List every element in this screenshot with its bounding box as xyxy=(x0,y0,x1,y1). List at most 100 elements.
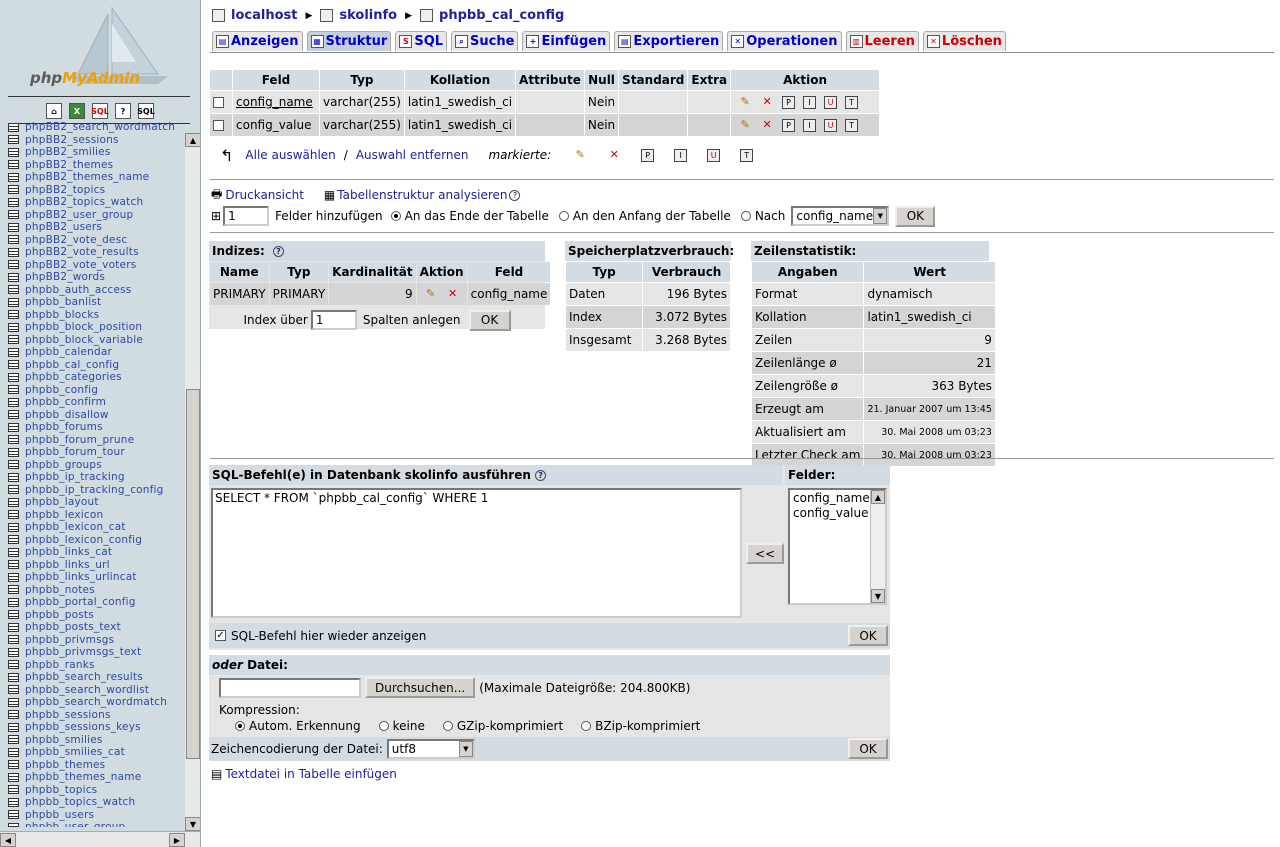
after-field-select[interactable]: config_name ▼ xyxy=(791,206,890,226)
table-link[interactable]: phpBB2_search_wordmatch xyxy=(25,121,175,134)
primary-key-icon[interactable]: P xyxy=(782,95,796,109)
breadcrumb-server[interactable]: localhost xyxy=(231,8,297,23)
table-link[interactable]: phpbb_posts_text xyxy=(25,621,121,634)
scroll-thumb[interactable] xyxy=(186,389,200,759)
help-icon[interactable]: ? xyxy=(272,246,284,257)
table-icon[interactable] xyxy=(8,297,19,307)
table-icon[interactable] xyxy=(8,610,19,620)
table-icon[interactable] xyxy=(8,422,19,432)
table-icon[interactable] xyxy=(8,560,19,570)
list-item[interactable]: phpbb_search_wordlist xyxy=(0,684,185,697)
table-link[interactable]: phpbb_sessions_keys xyxy=(25,721,141,734)
table-link[interactable]: phpbb_categories xyxy=(25,371,122,384)
tab-leeren[interactable]: ▥ Leeren xyxy=(845,31,919,51)
list-item[interactable]: phpbb_disallow xyxy=(0,409,185,422)
list-item[interactable]: phpBB2_themes xyxy=(0,159,185,172)
list-item[interactable]: phpbb_user_group xyxy=(0,821,185,827)
table-link[interactable]: phpbb_confirm xyxy=(25,396,106,409)
edit-icon[interactable]: ✎ xyxy=(424,287,438,301)
table-icon[interactable] xyxy=(8,660,19,670)
list-item[interactable]: phpbb_groups xyxy=(0,459,185,472)
table-link[interactable]: phpBB2_vote_results xyxy=(25,246,139,259)
table-link[interactable]: phpbb_search_results xyxy=(25,671,143,684)
table-icon[interactable] xyxy=(8,585,19,595)
sql-icon[interactable]: SQL xyxy=(91,103,109,119)
help-icon[interactable]: ? xyxy=(115,103,131,119)
table-link[interactable]: phpbb_auth_access xyxy=(25,284,131,297)
fulltext-selected-icon[interactable]: T xyxy=(740,148,754,162)
table-link[interactable]: phpbb_users xyxy=(25,809,94,822)
list-item[interactable]: phpbb_links_cat xyxy=(0,546,185,559)
add-fields-ok-button[interactable]: OK xyxy=(895,205,936,227)
list-item[interactable]: phpbb_smilies_cat xyxy=(0,746,185,759)
unique-selected-icon[interactable]: U xyxy=(707,148,721,162)
edit-selected-icon[interactable]: ✎ xyxy=(573,148,587,162)
unique-icon[interactable]: U xyxy=(824,118,838,132)
table-icon[interactable] xyxy=(8,197,19,207)
tab-struktur[interactable]: ▦ Struktur xyxy=(306,31,392,51)
table-link[interactable]: phpbb_forum_tour xyxy=(25,446,125,459)
list-item[interactable]: phpbb_topics xyxy=(0,784,185,797)
list-item[interactable]: phpbb_block_position xyxy=(0,321,185,334)
table-link[interactable]: phpbb_portal_config xyxy=(25,596,136,609)
table-icon[interactable] xyxy=(8,372,19,382)
list-item[interactable]: phpBB2_sessions xyxy=(0,134,185,147)
tab-suche[interactable]: ⌕ Suche xyxy=(451,31,519,51)
table-icon[interactable] xyxy=(8,322,19,332)
list-item[interactable]: phpBB2_vote_desc xyxy=(0,234,185,247)
list-item[interactable]: phpbb_sessions xyxy=(0,709,185,722)
scroll-right-icon[interactable]: ▶ xyxy=(169,833,185,847)
textfile-import-link[interactable]: Textdatei in Tabelle einfügen xyxy=(225,767,397,781)
show-again-checkbox[interactable]: ✓ xyxy=(215,630,226,641)
table-link[interactable]: phpbb_ranks xyxy=(25,659,95,672)
table-link[interactable]: phpbb_themes_name xyxy=(25,771,141,784)
table-icon[interactable] xyxy=(8,360,19,370)
sql-query-textarea[interactable]: SELECT * FROM `phpbb_cal_config` WHERE 1 xyxy=(211,488,742,618)
primary-key-icon[interactable]: P xyxy=(782,118,796,132)
docs-icon[interactable]: SQL xyxy=(137,103,155,119)
table-link[interactable]: phpbb_forum_prune xyxy=(25,434,134,447)
table-icon[interactable] xyxy=(8,810,19,820)
print-view-link[interactable]: Druckansicht xyxy=(225,188,304,202)
deselect-all-link[interactable]: Auswahl entfernen xyxy=(356,148,469,162)
list-item[interactable]: phpbb_banlist xyxy=(0,296,185,309)
table-icon[interactable] xyxy=(8,647,19,657)
table-icon[interactable] xyxy=(8,522,19,532)
at-end-radio[interactable] xyxy=(390,211,401,221)
fulltext-icon[interactable]: T xyxy=(845,95,859,109)
table-link[interactable]: phpbb_search_wordlist xyxy=(25,684,149,697)
tab-operationen[interactable]: ✕ Operationen xyxy=(727,31,842,51)
add-fields-count-input[interactable]: 1 xyxy=(223,206,270,226)
home-icon[interactable]: ⌂ xyxy=(46,103,62,119)
unique-icon[interactable]: U xyxy=(824,95,838,109)
table-icon[interactable] xyxy=(8,510,19,520)
table-icon[interactable] xyxy=(8,547,19,557)
table-link[interactable]: phpBB2_user_group xyxy=(25,209,133,222)
list-item[interactable]: phpbb_categories xyxy=(0,371,185,384)
index-icon[interactable]: I xyxy=(803,95,817,109)
list-item[interactable]: phpBB2_smilies xyxy=(0,146,185,159)
compression-gzip-radio[interactable] xyxy=(442,721,453,731)
list-item[interactable]: phpBB2_themes_name xyxy=(0,171,185,184)
table-icon[interactable] xyxy=(8,822,19,827)
table-icon[interactable] xyxy=(8,635,19,645)
table-icon[interactable] xyxy=(8,797,19,807)
list-item[interactable]: phpbb_topics_watch xyxy=(0,796,185,809)
scroll-up-icon[interactable]: ▲ xyxy=(871,490,885,504)
list-item[interactable]: phpbb_privmsgs_text xyxy=(0,646,185,659)
list-item[interactable]: phpbb_sessions_keys xyxy=(0,721,185,734)
compression-auto-radio[interactable] xyxy=(235,721,245,731)
breadcrumb-database[interactable]: skolinfo xyxy=(339,8,397,23)
file-path-input[interactable] xyxy=(219,677,361,698)
table-link[interactable]: phpbb_lexicon_cat xyxy=(25,521,126,534)
table-icon[interactable] xyxy=(8,310,19,320)
table-icon[interactable] xyxy=(8,260,19,270)
table-icon[interactable] xyxy=(8,172,19,182)
breadcrumb-table[interactable]: phpbb_cal_config xyxy=(439,8,564,23)
delete-selected-icon[interactable]: ✕ xyxy=(607,148,621,162)
at-start-radio[interactable] xyxy=(558,211,569,221)
browse-button[interactable]: Durchsuchen... xyxy=(365,677,476,698)
row-checkbox[interactable] xyxy=(210,114,232,136)
table-icon[interactable] xyxy=(8,697,19,707)
create-index-count-input[interactable]: 1 xyxy=(310,310,357,330)
